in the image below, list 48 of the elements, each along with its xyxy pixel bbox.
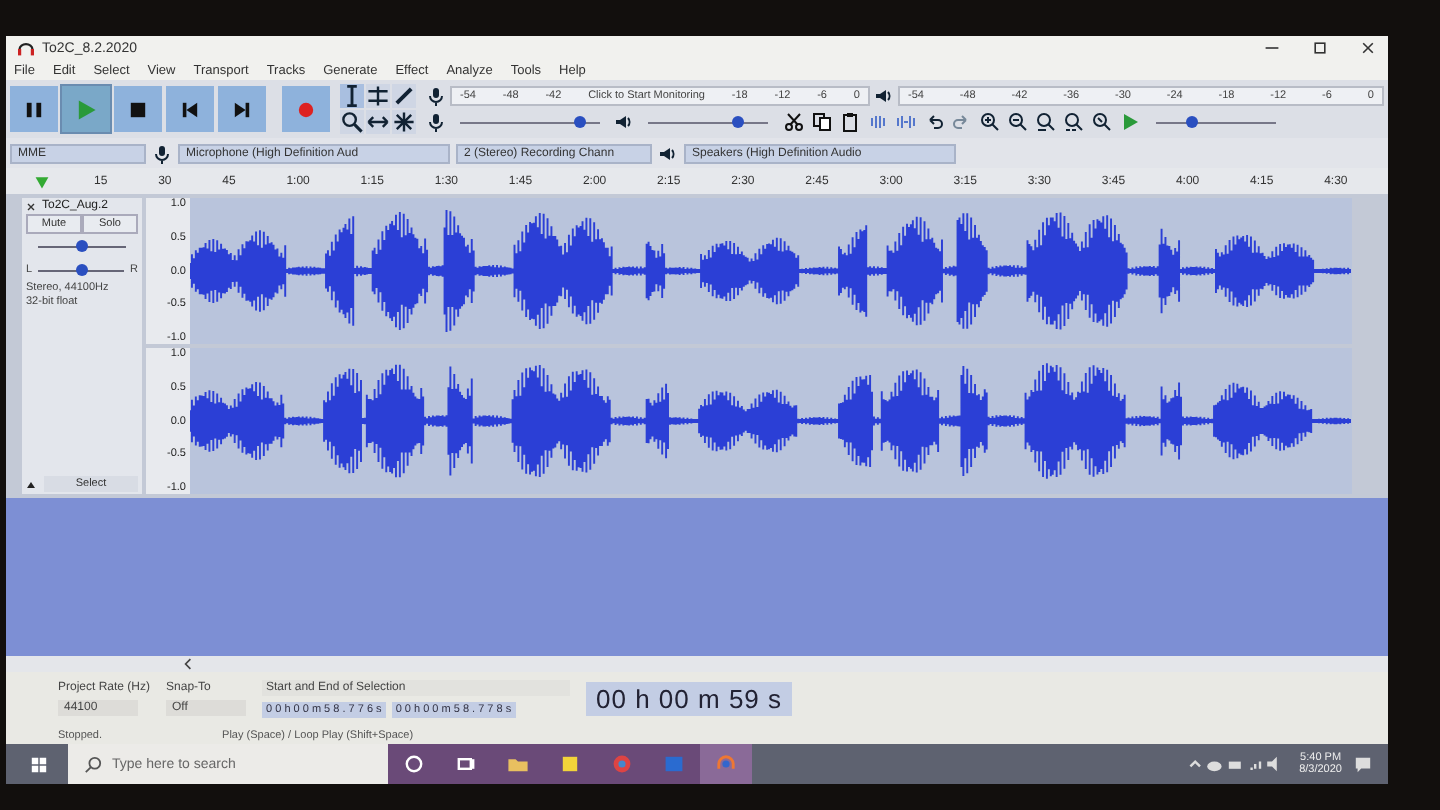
undo-icon[interactable] (924, 112, 944, 133)
close-track-icon[interactable] (26, 201, 36, 211)
zoom-in-icon[interactable] (980, 112, 1000, 133)
paste-icon[interactable] (840, 112, 860, 133)
skip-to-start-icon (178, 98, 202, 122)
microphone-icon[interactable] (426, 85, 446, 106)
zoom-tool-icon[interactable] (340, 110, 364, 134)
pause-button[interactable] (10, 86, 58, 132)
slider-thumb[interactable] (573, 115, 585, 128)
time-shift-icon[interactable] (366, 110, 390, 134)
empty-track-area[interactable] (6, 498, 1388, 656)
skip-to-start-button[interactable] (166, 86, 214, 132)
skip-to-end-button[interactable] (218, 86, 266, 132)
notification-icon[interactable] (1354, 755, 1372, 773)
multi-tool-icon[interactable] (392, 110, 416, 134)
maximize-icon[interactable] (1312, 40, 1328, 56)
fit-selection-icon[interactable] (1036, 112, 1056, 133)
speaker-icon[interactable] (874, 85, 894, 106)
search-icon (84, 755, 102, 773)
speaker-icon (658, 143, 678, 163)
pencil-icon[interactable] (392, 84, 416, 108)
play-at-speed-icon[interactable] (1120, 112, 1140, 133)
copy-icon[interactable] (812, 112, 832, 133)
record-icon (294, 98, 318, 122)
audio-position-display[interactable]: 00 h 00 m 59 s (586, 682, 793, 716)
fit-project-icon[interactable] (1064, 112, 1084, 133)
scroll-left-icon[interactable] (182, 658, 194, 670)
microphone-icon[interactable] (426, 112, 446, 133)
speaker-icon[interactable] (614, 112, 634, 133)
cut-icon[interactable] (784, 112, 804, 133)
pan-slider-thumb[interactable] (75, 263, 88, 275)
slider-thumb[interactable] (732, 115, 744, 128)
play-icon (74, 98, 98, 122)
zoom-out-icon[interactable] (1008, 112, 1028, 133)
slider-thumb[interactable] (1186, 115, 1198, 128)
envelope-tool-icon[interactable] (366, 84, 390, 108)
close-icon[interactable] (1360, 40, 1376, 56)
selection-tool-icon[interactable] (340, 84, 364, 108)
stop-icon (126, 98, 150, 122)
skip-to-end-icon (230, 98, 254, 122)
app-icon (18, 41, 34, 55)
zoom-toggle-icon[interactable] (1092, 112, 1112, 133)
pause-icon (22, 98, 46, 122)
gain-slider-thumb[interactable] (76, 240, 88, 252)
redo-icon[interactable] (952, 112, 972, 133)
stop-button[interactable] (114, 86, 162, 132)
collapse-icon[interactable] (26, 479, 36, 489)
microphone-icon (152, 143, 172, 163)
